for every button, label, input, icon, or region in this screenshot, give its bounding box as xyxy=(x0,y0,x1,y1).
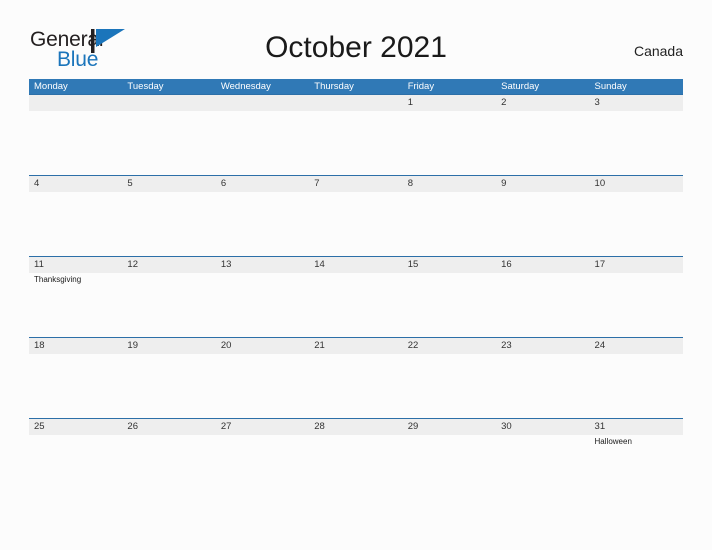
day-cell[interactable] xyxy=(29,95,123,175)
day-cell[interactable]: 10 xyxy=(589,176,683,256)
weekday-header-tuesday: Tuesday xyxy=(127,81,164,92)
day-cell[interactable]: 31 Halloween xyxy=(589,419,683,499)
day-cell[interactable]: 24 xyxy=(589,338,683,418)
day-number: 19 xyxy=(127,340,138,351)
day-cell[interactable]: 20 xyxy=(215,338,310,418)
day-band xyxy=(215,95,310,111)
day-cell[interactable]: 22 xyxy=(402,338,497,418)
day-cell[interactable]: 12 xyxy=(122,257,216,337)
day-band xyxy=(402,176,497,192)
day-number: 25 xyxy=(34,421,45,432)
day-number: 2 xyxy=(501,97,507,108)
day-number: 13 xyxy=(220,259,232,270)
region-label: Canada xyxy=(633,43,683,59)
day-number: 10 xyxy=(594,178,606,189)
day-number: 17 xyxy=(594,259,606,270)
day-cell[interactable]: 1 xyxy=(402,95,497,175)
day-number: 31 xyxy=(594,421,606,432)
weekday-header-saturday: Saturday xyxy=(501,81,540,92)
day-cell[interactable]: 29 xyxy=(402,419,497,499)
day-number: 4 xyxy=(34,178,40,189)
day-band xyxy=(122,95,216,111)
day-number: 8 xyxy=(407,178,413,189)
day-number: 29 xyxy=(407,421,419,432)
day-cell[interactable]: 7 xyxy=(309,176,403,256)
day-cell[interactable]: 25 xyxy=(29,419,123,499)
day-cell[interactable]: 23 xyxy=(496,338,590,418)
day-cell[interactable]: 28 xyxy=(309,419,403,499)
day-number: 1 xyxy=(407,97,413,108)
weekday-header-friday: Friday xyxy=(407,81,435,92)
day-band xyxy=(309,95,403,111)
day-cell[interactable]: 8 xyxy=(402,176,497,256)
day-cell[interactable]: 11 Thanksgiving xyxy=(29,257,123,337)
weekday-header-row: Monday Tuesday Wednesday Thursday Friday… xyxy=(29,79,683,94)
day-number: 14 xyxy=(314,259,325,270)
day-number: 5 xyxy=(127,178,133,189)
day-number: 15 xyxy=(407,259,419,270)
day-band xyxy=(496,176,590,192)
day-cell[interactable]: 21 xyxy=(309,338,403,418)
day-cell[interactable]: 19 xyxy=(122,338,216,418)
day-cell[interactable]: 3 xyxy=(589,95,683,175)
day-number: 18 xyxy=(34,340,45,351)
day-number: 6 xyxy=(220,178,227,189)
day-number: 12 xyxy=(127,259,138,270)
day-number: 7 xyxy=(314,178,320,189)
week-row: 4 5 6 7 8 9 10 xyxy=(29,175,683,256)
day-band xyxy=(402,95,497,111)
day-cell[interactable]: 18 xyxy=(29,338,123,418)
day-cell[interactable]: 15 xyxy=(402,257,497,337)
day-event: Thanksgiving xyxy=(34,275,82,284)
weekday-header-thursday: Thursday xyxy=(314,81,354,92)
weekday-header-monday: Monday xyxy=(34,81,68,92)
calendar-grid: Monday Tuesday Wednesday Thursday Friday… xyxy=(29,79,683,499)
weekday-header-sunday: Sunday xyxy=(594,81,627,92)
day-cell[interactable]: 27 xyxy=(215,419,310,499)
day-band xyxy=(496,95,590,111)
day-cell[interactable]: 6 xyxy=(215,176,310,256)
day-number: 9 xyxy=(501,178,507,189)
day-cell[interactable]: 9 xyxy=(496,176,590,256)
day-number: 26 xyxy=(127,421,138,432)
day-cell[interactable]: 2 xyxy=(496,95,590,175)
day-band xyxy=(309,176,403,192)
day-cell[interactable] xyxy=(309,95,403,175)
day-number: 11 xyxy=(34,259,44,270)
day-cell[interactable]: 16 xyxy=(496,257,590,337)
day-band xyxy=(589,95,683,111)
day-band xyxy=(29,95,123,111)
day-number: 30 xyxy=(501,421,512,432)
week-row: 18 19 20 21 22 23 24 xyxy=(29,337,683,418)
week-row: 25 26 27 28 29 30 31 Halloween xyxy=(29,418,683,499)
day-number: 20 xyxy=(220,340,232,351)
day-number: 16 xyxy=(501,259,512,270)
day-number: 21 xyxy=(314,340,325,351)
weekday-header-wednesday: Wednesday xyxy=(220,81,271,92)
day-cell[interactable]: 14 xyxy=(309,257,403,337)
day-number: 28 xyxy=(314,421,325,432)
day-number: 22 xyxy=(407,340,419,351)
week-row: 1 2 3 xyxy=(29,94,683,175)
day-band xyxy=(215,176,310,192)
day-cell[interactable]: 26 xyxy=(122,419,216,499)
day-cell[interactable] xyxy=(215,95,310,175)
day-cell[interactable] xyxy=(122,95,216,175)
day-number: 24 xyxy=(594,340,606,351)
day-number: 23 xyxy=(501,340,512,351)
page-title: October 2021 xyxy=(265,31,447,64)
day-band xyxy=(122,176,216,192)
day-cell[interactable]: 30 xyxy=(496,419,590,499)
page-header: General Blue October 2021 Canada xyxy=(0,0,712,78)
day-cell[interactable]: 4 xyxy=(29,176,123,256)
day-cell[interactable]: 5 xyxy=(122,176,216,256)
day-cell[interactable]: 17 xyxy=(589,257,683,337)
day-cell[interactable]: 13 xyxy=(215,257,310,337)
day-event: Halloween xyxy=(594,437,632,446)
day-number: 27 xyxy=(220,421,232,432)
day-band xyxy=(29,176,123,192)
day-number: 3 xyxy=(594,97,600,108)
week-row: 11 Thanksgiving 12 13 14 15 16 17 xyxy=(29,256,683,337)
